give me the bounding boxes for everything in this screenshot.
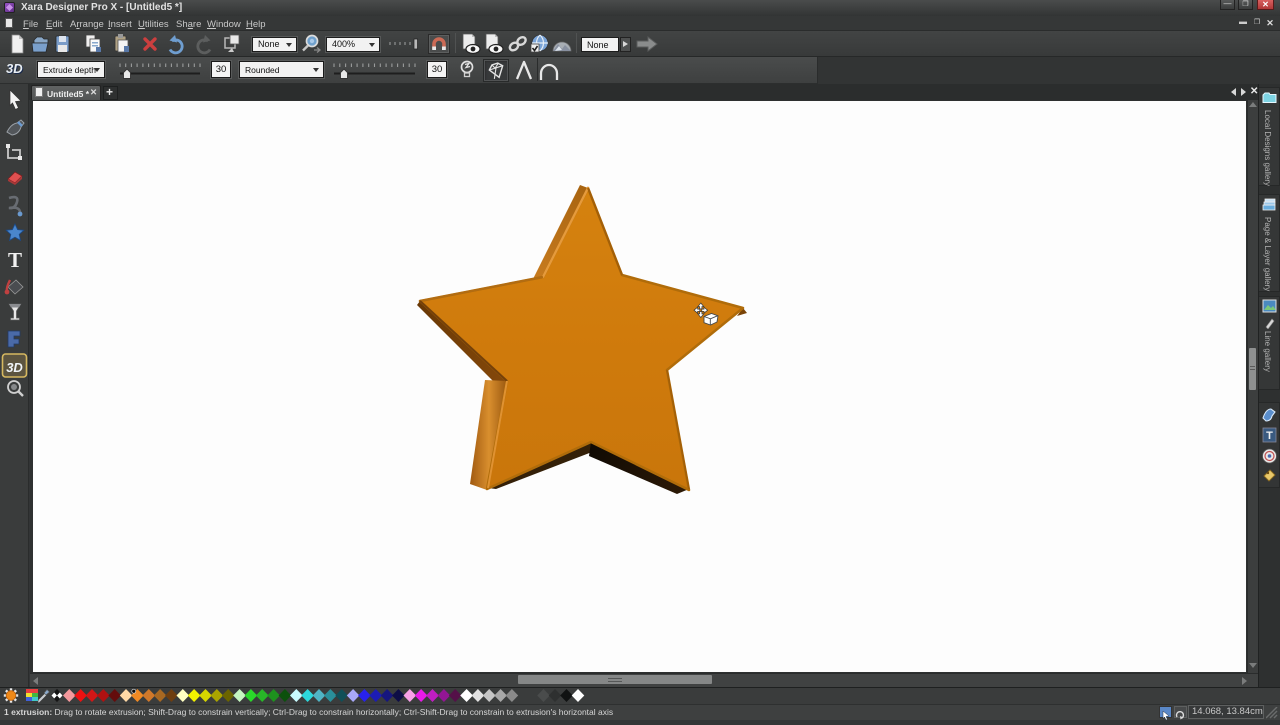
svg-text:T: T	[1266, 430, 1273, 442]
svg-text:3D: 3D	[6, 360, 23, 375]
svg-text:T: T	[8, 248, 22, 272]
